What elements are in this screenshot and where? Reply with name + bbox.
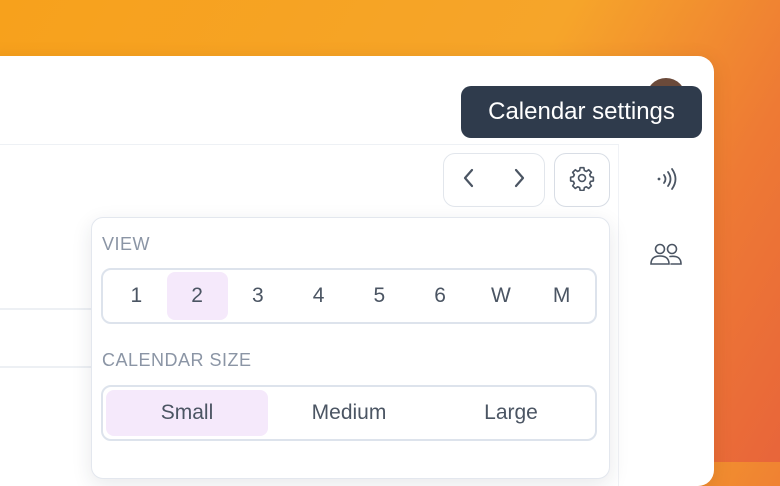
calendar-size-selector: Small Medium Large <box>101 385 597 441</box>
view-option-4[interactable]: 4 <box>288 272 349 320</box>
date-navigation <box>443 153 545 207</box>
people-icon <box>649 240 683 273</box>
broadcast-icon <box>651 164 681 199</box>
view-section-label: VIEW <box>102 234 151 254</box>
chevron-left-icon <box>461 167 477 194</box>
view-option-2[interactable]: 2 <box>166 272 228 320</box>
previous-button[interactable] <box>451 162 487 198</box>
view-option-5[interactable]: 5 <box>349 272 410 320</box>
next-button[interactable] <box>501 162 537 198</box>
view-option-1[interactable]: 1 <box>106 272 167 320</box>
calendar-settings-tooltip: Calendar settings <box>461 86 702 138</box>
calendar-size-section-label: CALENDAR SIZE <box>102 350 252 370</box>
divider <box>0 308 100 310</box>
view-option-month[interactable]: M <box>531 272 592 320</box>
divider <box>0 366 100 368</box>
calendar-settings-popover: VIEW 1 2 3 4 5 6 W M CALENDAR SIZE Small… <box>91 217 610 479</box>
calendar-settings-button[interactable] <box>554 153 610 207</box>
view-selector: 1 2 3 4 5 6 W M <box>101 268 597 324</box>
broadcast-button[interactable] <box>646 161 686 201</box>
view-option-week[interactable]: W <box>471 272 532 320</box>
gear-icon <box>569 165 595 196</box>
size-option-small[interactable]: Small <box>106 390 268 436</box>
size-option-large[interactable]: Large <box>430 390 592 436</box>
people-button[interactable] <box>646 236 686 276</box>
size-option-medium[interactable]: Medium <box>268 390 430 436</box>
view-option-3[interactable]: 3 <box>228 272 289 320</box>
chevron-right-icon <box>511 167 527 194</box>
view-option-6[interactable]: 6 <box>410 272 471 320</box>
